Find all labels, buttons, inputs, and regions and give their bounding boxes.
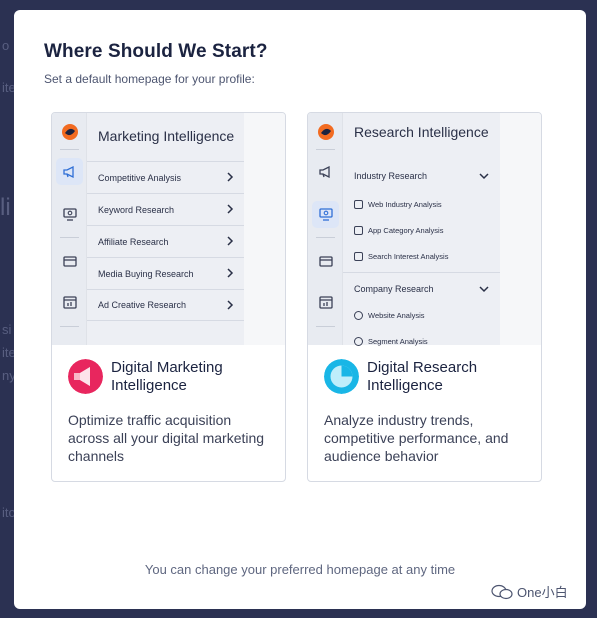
bg-text: si: [2, 322, 12, 337]
section-company-research: Company Research: [343, 272, 500, 304]
footer-note: You can change your preferred homepage a…: [144, 562, 456, 577]
web-icon: [354, 200, 363, 209]
chevron-right-icon: [227, 204, 234, 214]
card-preview: Marketing Intelligence Competitive Analy…: [52, 113, 285, 345]
globe-icon: [354, 311, 363, 320]
similarweb-logo-icon: [312, 118, 339, 145]
preview-panel: Marketing Intelligence Competitive Analy…: [87, 113, 244, 345]
research-icon: [56, 201, 83, 228]
panel-title: Marketing Intelligence: [98, 128, 235, 144]
product-description: Analyze industry trends, competitive per…: [324, 412, 509, 464]
search-box-icon: [354, 252, 363, 261]
chevron-right-icon: [227, 300, 234, 310]
megaphone-icon: [56, 158, 83, 185]
sales-icon: [56, 248, 83, 275]
chevron-right-icon: [227, 172, 234, 182]
bg-text: li: [0, 194, 11, 221]
chevron-right-icon: [227, 268, 234, 278]
menu-item-keyword-research: Keyword Research: [87, 193, 244, 225]
sub-item-search-interest-analysis: Search Interest Analysis: [354, 252, 448, 261]
chevron-down-icon: [479, 173, 489, 180]
product-name: Digital Research Intelligence: [367, 359, 478, 394]
card-preview: Research Intelligence Industry Research …: [308, 113, 541, 346]
nav-rail: [52, 113, 87, 345]
watermark: One小白: [491, 582, 568, 601]
menu-item-competitive-analysis: Competitive Analysis: [87, 161, 244, 193]
research-icon: [312, 201, 339, 228]
research-pie-icon: [324, 359, 359, 394]
preview-panel: Research Intelligence Industry Research …: [343, 113, 500, 346]
nav-rail: [308, 113, 343, 345]
marketing-megaphone-icon: [68, 359, 103, 394]
modal-title: Where Should We Start?: [44, 41, 268, 62]
chevron-right-icon: [227, 236, 234, 246]
segment-icon: [354, 337, 363, 346]
section-industry-research: Industry Research: [343, 160, 500, 192]
panel-title: Research Intelligence: [354, 124, 489, 140]
homepage-modal: Where Should We Start? Set a default hom…: [14, 10, 586, 609]
investors-icon: [312, 289, 339, 316]
modal-subtitle: Set a default homepage for your profile:: [44, 72, 255, 86]
menu-item-ad-creative-research: Ad Creative Research: [87, 289, 244, 321]
sub-item-website-analysis: Website Analysis: [354, 311, 425, 320]
product-name: Digital Marketing Intelligence: [111, 359, 223, 394]
app-grid-icon: [354, 226, 363, 235]
sales-icon: [312, 248, 339, 275]
sub-item-app-category-analysis: App Category Analysis: [354, 226, 443, 235]
megaphone-icon: [312, 158, 339, 185]
research-intelligence-card[interactable]: Research Intelligence Industry Research …: [307, 112, 542, 482]
watermark-text: One小白: [517, 585, 568, 600]
menu-item-media-buying-research: Media Buying Research: [87, 257, 244, 289]
wechat-icon: [491, 584, 513, 599]
sub-item-web-industry-analysis: Web Industry Analysis: [354, 200, 442, 209]
sub-item-segment-analysis: Segment Analysis: [354, 337, 428, 346]
investors-icon: [56, 289, 83, 316]
bg-text: o: [2, 38, 10, 53]
menu-item-affiliate-research: Affiliate Research: [87, 225, 244, 257]
marketing-intelligence-card[interactable]: Marketing Intelligence Competitive Analy…: [51, 112, 286, 482]
similarweb-logo-icon: [56, 118, 83, 145]
product-description: Optimize traffic acquisition across all …: [68, 412, 265, 464]
chevron-down-icon: [479, 286, 489, 293]
